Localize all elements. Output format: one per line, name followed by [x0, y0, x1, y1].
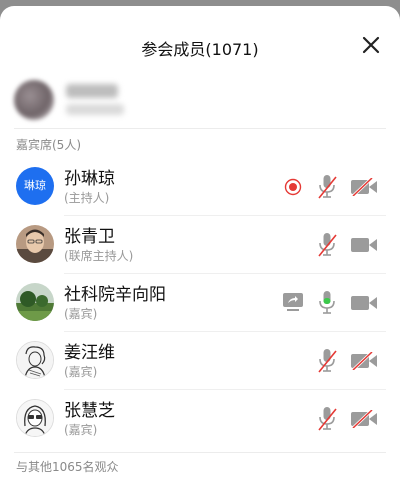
- sketch-portrait-icon: [17, 342, 53, 378]
- page-title: 参会成员(1071): [141, 40, 259, 59]
- member-name: 社科院辛向阳: [64, 285, 166, 305]
- blurred-name: [66, 84, 118, 98]
- header: 参会成员(1071): [0, 6, 400, 84]
- close-icon[interactable]: [360, 34, 382, 56]
- member-name: 张慧芝: [64, 401, 115, 421]
- avatar: 琳琼: [16, 167, 54, 205]
- camera-on-icon[interactable]: [350, 236, 378, 254]
- member-row[interactable]: 张青卫 (联席主持人): [0, 216, 400, 274]
- self-row[interactable]: [14, 80, 386, 126]
- member-row[interactable]: 张慧芝 (嘉宾): [0, 390, 400, 448]
- divider: [14, 128, 386, 129]
- mic-muted-icon[interactable]: [316, 348, 338, 374]
- screen-share-icon[interactable]: [282, 292, 304, 312]
- recording-icon: [284, 178, 302, 196]
- sketch-portrait-icon: [17, 400, 53, 436]
- member-row[interactable]: 琳琼 孙琳琼 (主持人): [0, 158, 400, 216]
- member-name: 孙琳琼: [64, 169, 115, 189]
- member-role: (嘉宾): [64, 423, 98, 437]
- member-role: (嘉宾): [64, 307, 98, 321]
- mic-active-icon[interactable]: [316, 290, 338, 316]
- member-role: (主持人): [64, 191, 110, 205]
- mic-muted-icon[interactable]: [316, 406, 338, 432]
- mic-muted-icon[interactable]: [316, 232, 338, 258]
- avatar: [14, 80, 54, 120]
- member-role: (联席主持人): [64, 249, 134, 263]
- member-row[interactable]: 姜汪维 (嘉宾): [0, 332, 400, 390]
- landscape-photo-icon: [16, 283, 54, 321]
- participant-sheet: 参会成员(1071) 嘉宾席(5人) 琳琼 孙琳琼 (主持人) 张青卫 (联席主…: [0, 6, 400, 500]
- blurred-subtitle: [66, 104, 124, 115]
- mic-muted-icon[interactable]: [316, 174, 338, 200]
- avatar: [16, 341, 54, 379]
- member-role: (嘉宾): [64, 365, 98, 379]
- camera-off-icon[interactable]: [350, 352, 378, 370]
- section-guests-label: 嘉宾席(5人): [16, 138, 81, 152]
- camera-off-icon[interactable]: [350, 410, 378, 428]
- audience-label: 与其他1065名观众: [16, 460, 119, 474]
- avatar: [16, 283, 54, 321]
- camera-off-icon[interactable]: [350, 178, 378, 196]
- divider: [14, 452, 386, 453]
- camera-on-icon[interactable]: [350, 294, 378, 312]
- member-name: 姜汪维: [64, 343, 115, 363]
- avatar: [16, 399, 54, 437]
- member-row[interactable]: 社科院辛向阳 (嘉宾): [0, 274, 400, 332]
- person-photo-icon: [16, 225, 54, 263]
- avatar: [16, 225, 54, 263]
- member-name: 张青卫: [64, 227, 115, 247]
